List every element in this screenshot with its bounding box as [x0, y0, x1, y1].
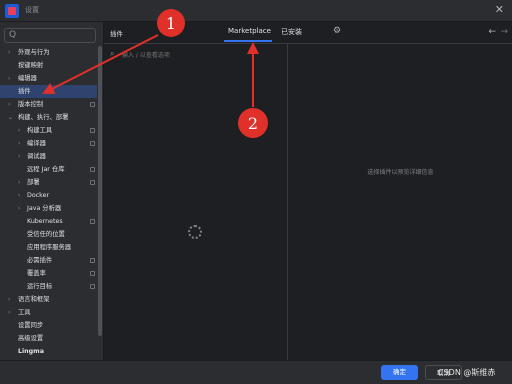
annotation-overlay: 1 2: [42, 9, 268, 138]
annotation-arrow-1: [42, 34, 159, 94]
annotation-number-1: 1: [166, 14, 176, 33]
annotation-number-2: 2: [248, 114, 258, 133]
